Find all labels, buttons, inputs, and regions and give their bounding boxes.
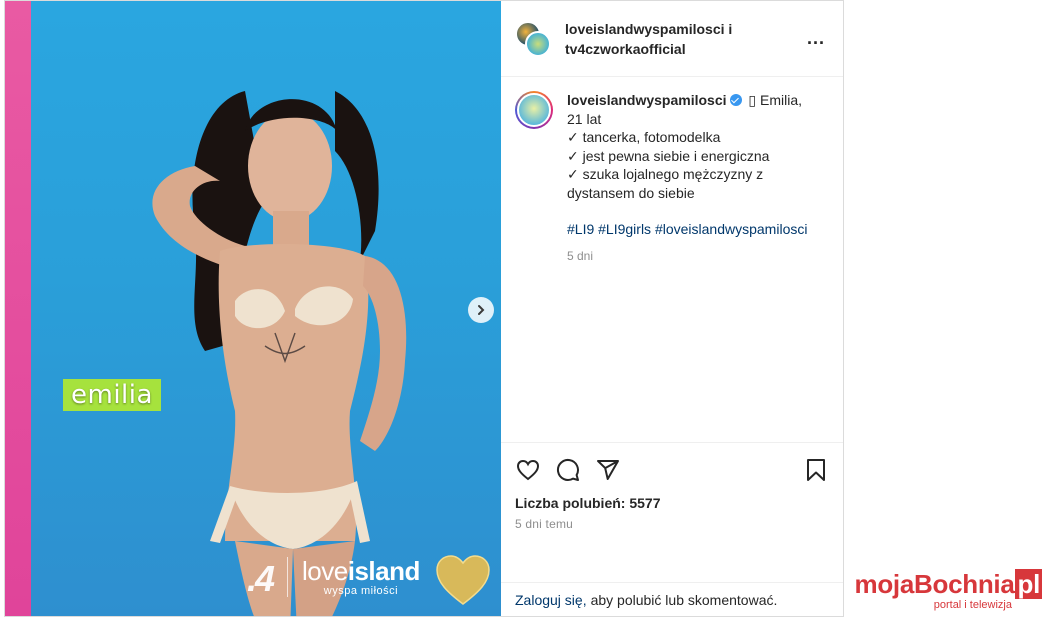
avatar [525,30,551,57]
like-button[interactable] [515,457,541,483]
love-island-logo: loveisland wyspa miłości [302,557,420,597]
brand-divider [287,557,289,597]
hashtag-link[interactable]: #LI9 [567,221,594,237]
caption-body: loveislandwyspamilosci ▯ Emilia, 21 lat … [567,91,819,442]
caption-username[interactable]: loveislandwyspamilosci [567,92,727,108]
caption-line: ✓ jest pewna siebie i energiczna [567,147,770,164]
caption-line: 21 lat [567,110,602,127]
more-options-button[interactable]: ... [807,29,825,47]
collab-avatars[interactable] [515,19,551,59]
caption-age: 5 dni [567,248,594,263]
verified-badge-icon [729,94,742,106]
post-image[interactable]: emilia .4 loveisland wyspa miłości [5,1,501,616]
share-icon [597,460,619,480]
hashtags: #LI9 #LI9girls #loveislandwyspamilosci [567,220,819,239]
save-button[interactable] [803,457,829,483]
caption-first-line: ▯ Emilia, [748,92,803,108]
hashtag-link[interactable]: #LI9girls [598,221,651,237]
login-link[interactable]: Zaloguj się, [515,592,587,608]
instagram-post: emilia .4 loveisland wyspa miłości lovei… [4,0,844,617]
next-slide-button[interactable] [468,297,494,323]
channel4-logo: .4 [247,558,275,599]
login-prompt: Zaloguj się, aby polubić lub skomentować… [501,582,843,616]
post-caption: loveislandwyspamilosci ▯ Emilia, 21 lat … [501,77,843,442]
site-watermark: mojaBochnia pl portal i telewizja [854,569,1042,611]
header-username-2[interactable]: tv4czworkaofficial [565,39,732,59]
watermark-tld: pl [1015,569,1042,599]
like-count[interactable]: Liczba polubień: 5577 [515,495,829,511]
post-header: loveislandwyspamilosci i tv4czworkaoffic… [501,1,843,77]
collab-usernames[interactable]: loveislandwyspamilosci i tv4czworkaoffic… [565,19,732,59]
post-timestamp: 5 dni temu [515,517,574,531]
post-actions: Liczba polubień: 5577 5 dni temu [501,442,843,582]
post-sidebar: loveislandwyspamilosci i tv4czworkaoffic… [501,1,843,616]
caption-line: ✓ tancerka, fotomodelka [567,129,721,145]
logo-subtitle: wyspa miłości [323,585,399,597]
caption-avatar[interactable] [515,91,553,129]
heart-icon [516,459,540,481]
caption-line: dystansem do siebie [567,184,695,201]
show-branding: .4 loveisland wyspa miłości [247,557,420,597]
comment-button[interactable] [555,457,581,483]
action-icons [515,455,829,485]
avatar [517,93,551,127]
logo-word-island: island [347,556,421,586]
watermark-brand: mojaBochnia [854,569,1015,599]
hashtag-link[interactable]: #loveislandwyspamilosci [655,221,808,237]
chevron-right-icon [478,305,485,315]
pink-side-strip [5,1,31,616]
logo-word-love: love [302,556,348,586]
contestant-photo [152,91,407,616]
caption-line: ✓ szuka lojalnego mężczyzny z [567,166,764,182]
share-button[interactable] [595,457,621,483]
login-prompt-text: aby polubić lub skomentować. [590,591,778,608]
comment-icon [556,458,579,481]
bookmark-icon [807,459,825,481]
contestant-name-tag: emilia [63,379,161,411]
header-username-1[interactable]: loveislandwyspamilosci i [565,19,732,39]
gold-heart-icon [436,555,490,605]
watermark-subtitle: portal i telewizja [933,599,1012,611]
